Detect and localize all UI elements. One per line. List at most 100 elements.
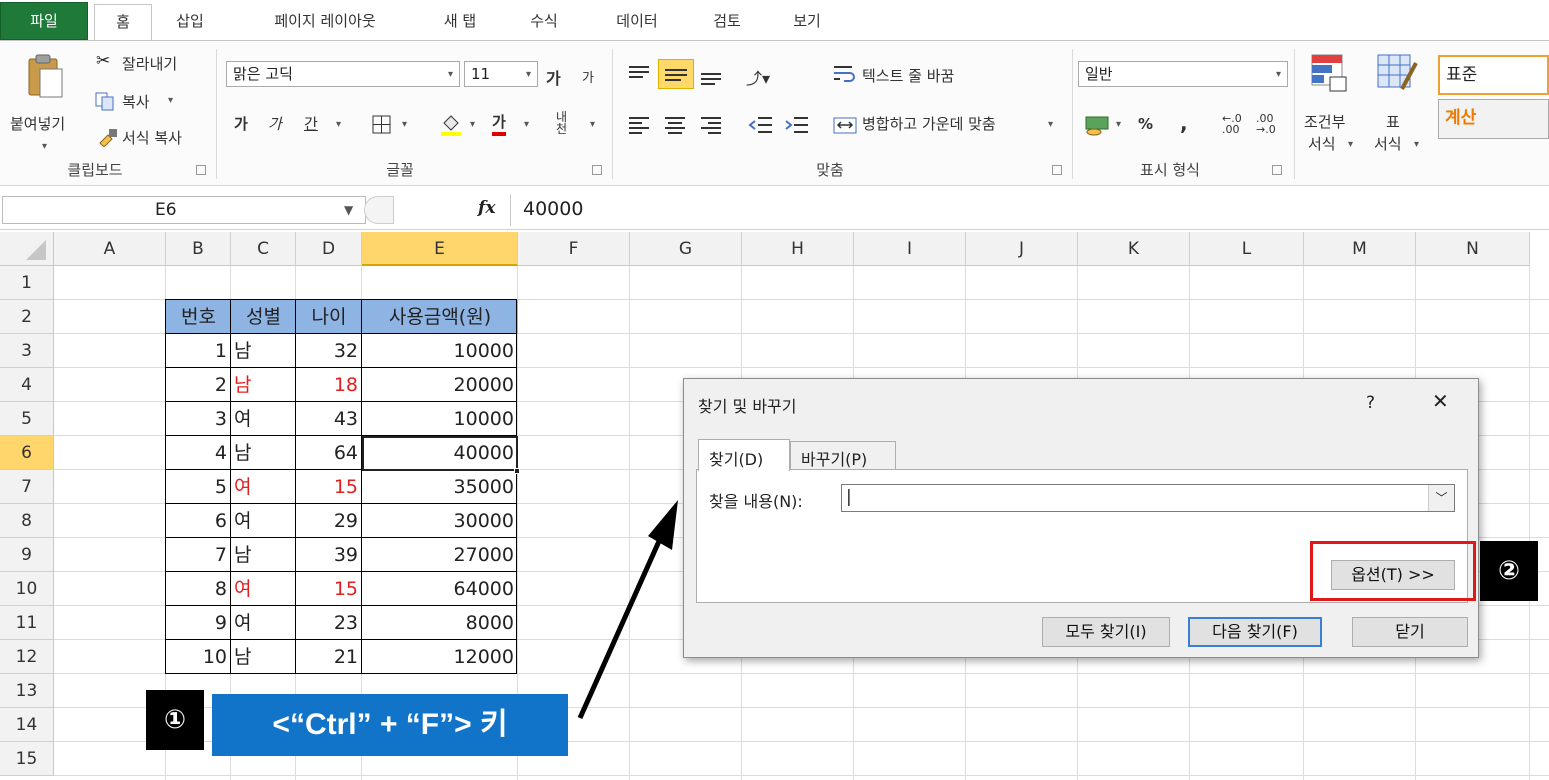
table-cell-amount[interactable]: 27000: [362, 538, 518, 572]
column-header-l[interactable]: L: [1190, 232, 1304, 266]
orientation-icon[interactable]: ⤴▾: [746, 65, 770, 89]
table-cell-gender[interactable]: 남: [231, 368, 296, 402]
table-cell-age[interactable]: 15: [296, 572, 362, 606]
chevron-down-icon[interactable]: ﹀: [1428, 485, 1454, 511]
decrease-indent-icon[interactable]: [748, 115, 774, 135]
merge-center-button[interactable]: 병합하고 가운데 맞춤: [862, 113, 996, 134]
increase-indent-icon[interactable]: [784, 115, 810, 135]
table-cell-number[interactable]: 1: [166, 334, 231, 368]
close-icon[interactable]: ✕: [1432, 389, 1449, 413]
find-next-button[interactable]: 다음 찾기(F): [1188, 617, 1322, 647]
table-cell-gender[interactable]: 여: [231, 504, 296, 538]
percent-button[interactable]: %: [1138, 115, 1153, 133]
row-header-7[interactable]: 7: [0, 470, 54, 504]
table-cell-number[interactable]: 8: [166, 572, 231, 606]
copy-button[interactable]: 복사 ▾: [94, 87, 204, 115]
format-as-table-button[interactable]: 표 서식 ▾: [1368, 49, 1432, 153]
table-cell-age[interactable]: 64: [296, 436, 362, 470]
shrink-font-button[interactable]: 가: [582, 67, 594, 86]
table-cell-amount[interactable]: 12000: [362, 640, 518, 674]
align-middle-button[interactable]: [658, 59, 694, 89]
wrap-text-button[interactable]: 텍스트 줄 바꿈: [862, 65, 954, 86]
conditional-format-button[interactable]: 조건부 서식 ▾: [1300, 49, 1364, 153]
table-cell-number[interactable]: 10: [166, 640, 231, 674]
column-header-j[interactable]: J: [966, 232, 1078, 266]
table-cell-age[interactable]: 29: [296, 504, 362, 538]
row-header-10[interactable]: 10: [0, 572, 54, 606]
font-name-select[interactable]: 맑은 고딕 ▾: [226, 61, 460, 87]
table-cell-amount[interactable]: 10000: [362, 334, 518, 368]
table-cell-number[interactable]: 6: [166, 504, 231, 538]
table-cell-age[interactable]: 21: [296, 640, 362, 674]
table-header-cell[interactable]: 사용금액(원): [362, 300, 518, 334]
row-header-8[interactable]: 8: [0, 504, 54, 538]
tab-view[interactable]: 보기: [776, 4, 838, 40]
italic-button[interactable]: 가: [268, 113, 282, 134]
table-cell-gender[interactable]: 남: [231, 538, 296, 572]
fill-handle[interactable]: [514, 468, 520, 474]
select-all-corner[interactable]: [0, 232, 54, 266]
insert-function-icon[interactable]: fx: [478, 198, 495, 218]
row-header-11[interactable]: 11: [0, 606, 54, 640]
table-cell-gender[interactable]: 남: [231, 436, 296, 470]
name-box[interactable]: E6: [2, 196, 366, 224]
comma-button[interactable]: ,: [1180, 111, 1188, 135]
clipboard-dialog-launcher-icon[interactable]: [196, 165, 206, 175]
align-bottom-icon[interactable]: [698, 65, 724, 87]
column-header-n[interactable]: N: [1416, 232, 1530, 266]
tab-insert[interactable]: 삽입: [160, 4, 220, 40]
table-cell-age[interactable]: 43: [296, 402, 362, 436]
table-cell-amount[interactable]: 64000: [362, 572, 518, 606]
align-right-icon[interactable]: [698, 115, 724, 135]
phonetic-button[interactable]: 내천: [556, 111, 578, 135]
decrease-decimal-button[interactable]: .00 →.0: [1256, 113, 1284, 135]
underline-button[interactable]: 간: [304, 113, 318, 134]
table-cell-age[interactable]: 18: [296, 368, 362, 402]
tab-page-layout[interactable]: 페이지 레이아웃: [240, 4, 410, 40]
table-cell-amount[interactable]: 10000: [362, 402, 518, 436]
row-header-12[interactable]: 12: [0, 640, 54, 674]
column-header-m[interactable]: M: [1304, 232, 1416, 266]
table-header-cell[interactable]: 번호: [166, 300, 231, 334]
table-cell-age[interactable]: 23: [296, 606, 362, 640]
tab-formulas[interactable]: 수식: [512, 4, 576, 40]
align-center-icon[interactable]: [662, 115, 688, 135]
column-header-a[interactable]: A: [54, 232, 166, 266]
row-header-9[interactable]: 9: [0, 538, 54, 572]
font-size-select[interactable]: 11 ▾: [464, 61, 538, 87]
number-format-select[interactable]: 일반 ▾: [1078, 61, 1288, 87]
row-header-1[interactable]: 1: [0, 266, 54, 300]
column-header-f[interactable]: F: [518, 232, 630, 266]
cut-button[interactable]: ✂ 잘라내기: [94, 49, 204, 77]
table-cell-amount[interactable]: 30000: [362, 504, 518, 538]
table-cell-gender[interactable]: 여: [231, 572, 296, 606]
row-header-5[interactable]: 5: [0, 402, 54, 436]
table-cell-gender[interactable]: 남: [231, 640, 296, 674]
alignment-dialog-launcher-icon[interactable]: [1052, 165, 1062, 175]
grow-font-button[interactable]: 가: [546, 65, 561, 89]
help-button[interactable]: ?: [1366, 393, 1375, 413]
column-header-k[interactable]: K: [1078, 232, 1190, 266]
column-header-d[interactable]: D: [296, 232, 362, 266]
row-header-3[interactable]: 3: [0, 334, 54, 368]
font-dialog-launcher-icon[interactable]: [592, 165, 602, 175]
column-header-c[interactable]: C: [231, 232, 296, 266]
align-top-icon[interactable]: [626, 63, 652, 83]
table-cell-number[interactable]: 4: [166, 436, 231, 470]
paste-button[interactable]: 붙여넣기 ▾: [4, 49, 86, 152]
tab-review[interactable]: 검토: [696, 4, 758, 40]
table-cell-number[interactable]: 2: [166, 368, 231, 402]
format-painter-button[interactable]: 서식 복사: [94, 123, 210, 151]
table-cell-number[interactable]: 3: [166, 402, 231, 436]
fill-color-icon[interactable]: [438, 111, 464, 137]
row-header-15[interactable]: 15: [0, 742, 54, 776]
number-dialog-launcher-icon[interactable]: [1272, 165, 1282, 175]
table-cell-number[interactable]: 5: [166, 470, 231, 504]
table-cell-age[interactable]: 32: [296, 334, 362, 368]
column-header-b[interactable]: B: [166, 232, 231, 266]
column-header-i[interactable]: I: [854, 232, 966, 266]
tab-new[interactable]: 새 탭: [426, 4, 494, 40]
style-normal[interactable]: 표준: [1438, 55, 1549, 95]
table-header-cell[interactable]: 나이: [296, 300, 362, 334]
tab-data[interactable]: 데이터: [594, 4, 680, 40]
